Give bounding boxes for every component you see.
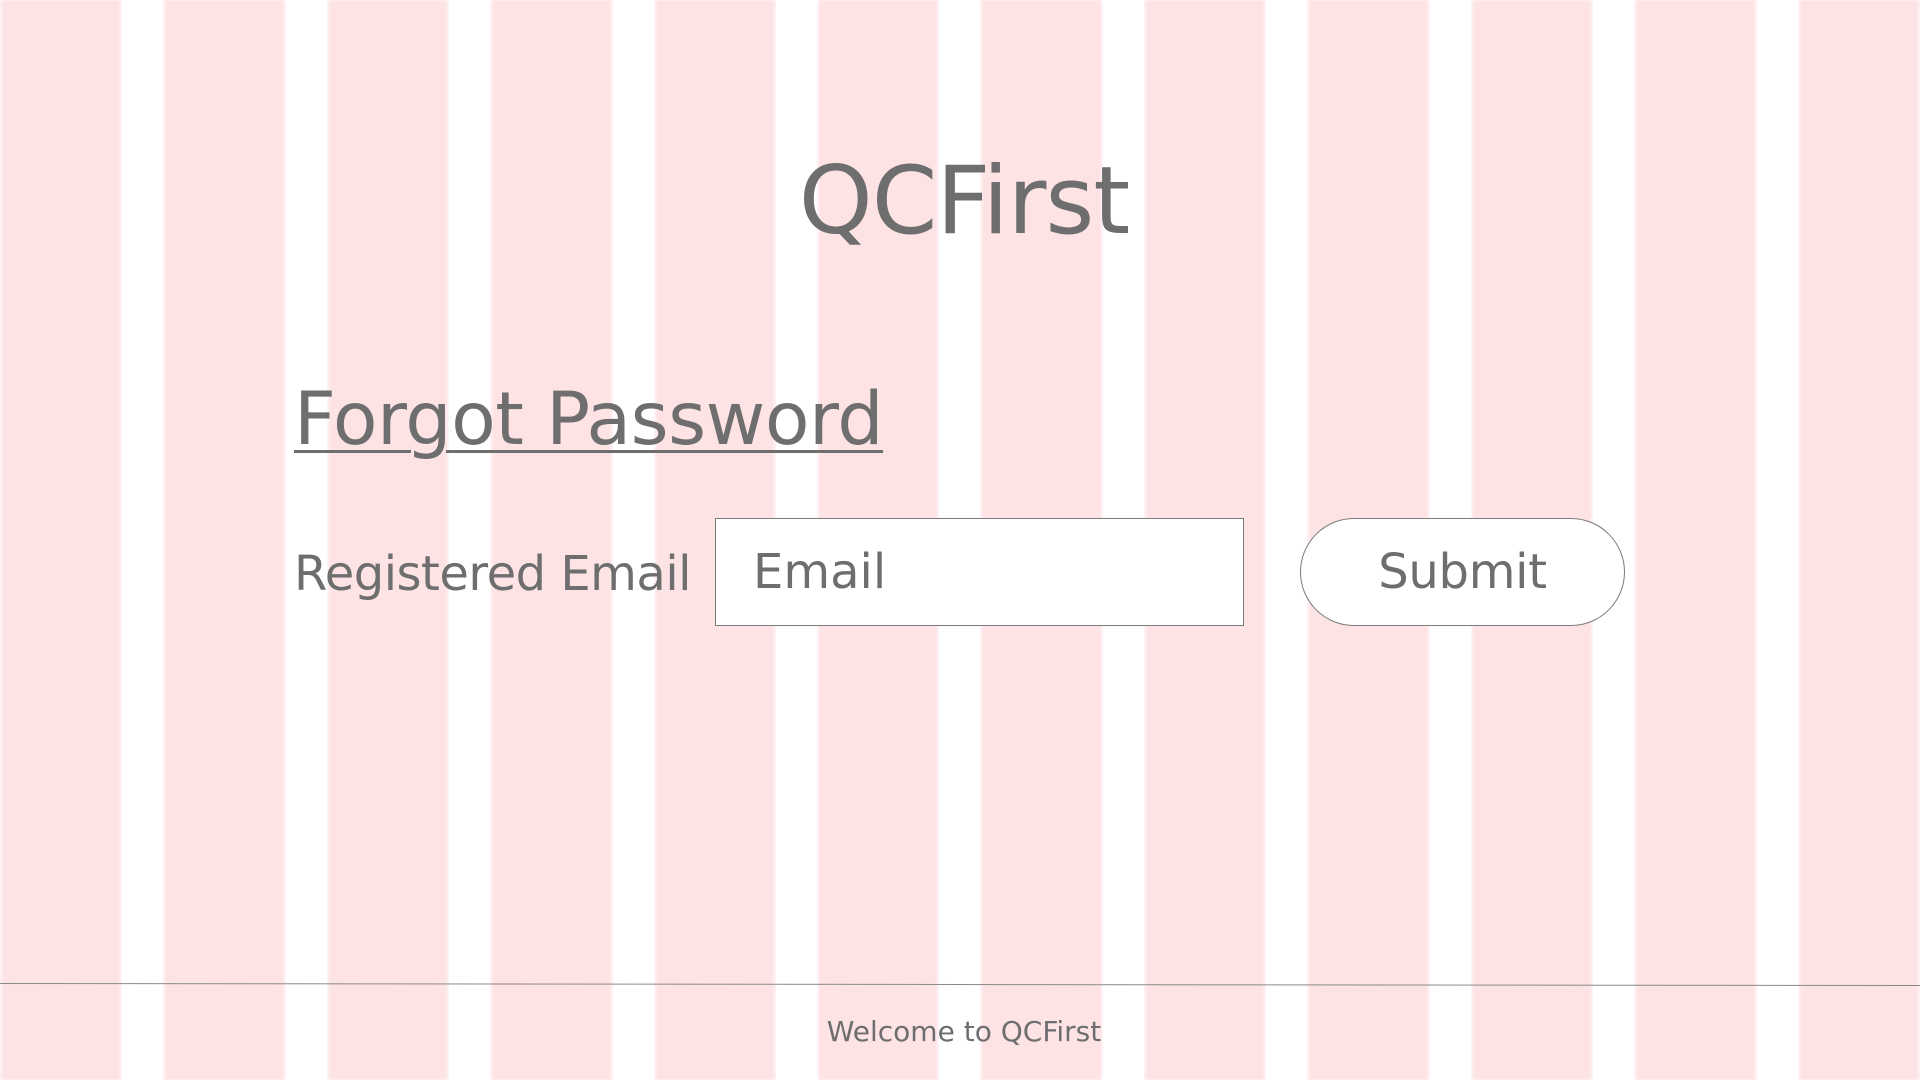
- page-content: QCFirst Forgot Password Registered Email…: [0, 0, 1920, 1080]
- footer-divider: [0, 983, 1920, 987]
- footer-welcome-text: Welcome to QCFirst: [826, 1015, 1102, 1048]
- app-title: QCFirst: [798, 147, 1130, 256]
- submit-button[interactable]: Submit: [1300, 518, 1625, 626]
- registered-email-label: Registered Email: [294, 546, 692, 602]
- forgot-password-heading: Forgot Password: [294, 377, 884, 462]
- email-input[interactable]: [715, 518, 1244, 626]
